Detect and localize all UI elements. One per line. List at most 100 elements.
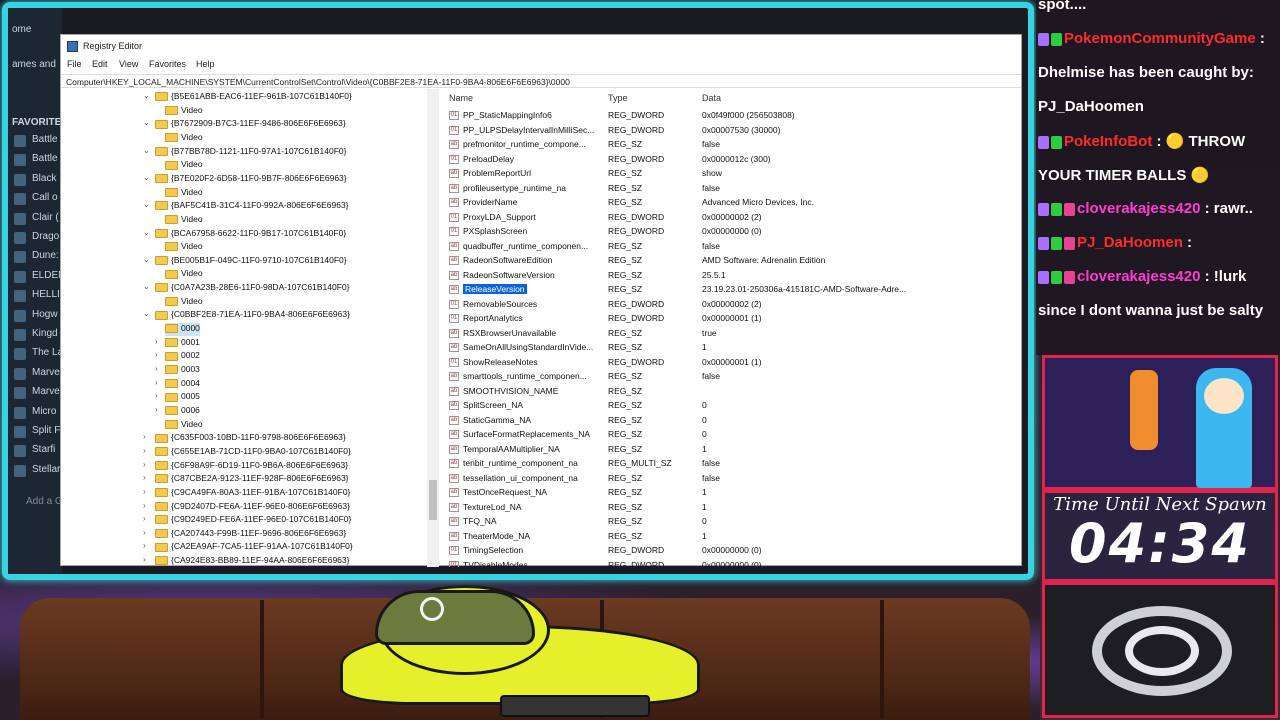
- tree-key-node[interactable]: Video: [165, 268, 203, 281]
- steam-game-item[interactable]: Split F: [32, 425, 60, 436]
- registry-value-row[interactable]: 01 TVDisableModes REG_DWORD 0x00000000 (0): [443, 559, 1023, 567]
- registry-value-row[interactable]: ab tenbit_runtime_component_na REG_MULTI_S…: [443, 457, 1023, 471]
- steam-game-item[interactable]: HELLI: [32, 289, 60, 300]
- menu-edit[interactable]: Edit: [92, 59, 108, 69]
- registry-value-row[interactable]: ab ProblemReportUrl REG_SZ show: [443, 167, 1023, 181]
- tree-key-node[interactable]: {CA924E83-BB89-11EF-94AA-806E6F6E6963}: [155, 555, 349, 567]
- collapse-chevron-icon[interactable]: ⌄: [143, 146, 150, 155]
- registry-value-row[interactable]: ab TFQ_NA REG_SZ 0: [443, 515, 1023, 529]
- collapse-chevron-icon[interactable]: ⌄: [143, 228, 150, 237]
- tree-key-node[interactable]: Video: [165, 419, 203, 432]
- expand-chevron-icon[interactable]: ›: [143, 487, 146, 496]
- tree-key-node[interactable]: {C0A7A23B-28E6-11F0-98DA-107C61B140F0}: [155, 282, 349, 295]
- tree-key-node[interactable]: {C6F98A9F-6D19-11F0-9B6A-806E6F6E6963}: [155, 460, 348, 473]
- steam-game-item[interactable]: Stellar: [32, 464, 60, 475]
- steam-game-item[interactable]: Marve: [32, 386, 60, 397]
- steam-game-item[interactable]: The La: [32, 347, 63, 358]
- tree-key-node[interactable]: 0000: [165, 323, 200, 337]
- column-header-type[interactable]: Type: [608, 93, 628, 103]
- registry-value-row[interactable]: ab smarttools_runtime_componen... REG_SZ fa…: [443, 370, 1023, 384]
- steam-game-item[interactable]: Call o: [32, 192, 58, 203]
- registry-value-row[interactable]: ab TextureLod_NA REG_SZ 1: [443, 501, 1023, 515]
- chat-username[interactable]: PokeInfoBot: [1064, 133, 1152, 150]
- tree-key-node[interactable]: {B77BB78D-1121-11F0-97A1-107C61B140F0}: [155, 146, 346, 159]
- chat-username[interactable]: cloverakajess420: [1077, 200, 1200, 217]
- tree-scrollbar-thumb[interactable]: [429, 480, 437, 520]
- registry-value-row[interactable]: 01 ReportAnalytics REG_DWORD 0x00000001 (1): [443, 312, 1023, 326]
- registry-value-row[interactable]: 01 PXSplashScreen REG_DWORD 0x00000000 (0): [443, 225, 1023, 239]
- registry-value-row[interactable]: ab SurfaceFormatReplacements_NA REG_SZ 0: [443, 428, 1023, 442]
- tree-key-node[interactable]: {C655E1AB-71CD-11F0-9BA0-107C61B140F0}: [155, 446, 351, 459]
- collapse-chevron-icon[interactable]: ⌄: [143, 91, 150, 100]
- tree-key-node[interactable]: {CA2EA9AF-7CA5-11EF-91AA-107C61B140F0}: [155, 541, 353, 554]
- menu-view[interactable]: View: [119, 59, 138, 69]
- tree-key-node[interactable]: {BCA67958-6622-11F0-9B17-107C61B140F0}: [155, 228, 346, 241]
- tree-key-node[interactable]: {C9D249ED-FE6A-11EF-96E0-107C61B140F0}: [155, 514, 351, 527]
- steam-add-game[interactable]: Add a G: [26, 496, 63, 507]
- registry-value-row[interactable]: ab tessellation_ui_component_na REG_SZ fals…: [443, 472, 1023, 486]
- tree-key-node[interactable]: Video: [165, 214, 203, 227]
- steam-game-item[interactable]: Kingd: [32, 328, 58, 339]
- registry-value-row[interactable]: 01 PP_ULPSDelayIntervalInMilliSec... REG_D…: [443, 124, 1023, 138]
- registry-value-row[interactable]: ab RadeonSoftwareEdition REG_SZ AMD Softwar…: [443, 254, 1023, 268]
- tree-key-node[interactable]: {BE005B1F-049C-11F0-9710-107C61B140F0}: [155, 255, 347, 268]
- tree-key-node[interactable]: {B7E020F2-6D58-11F0-9B7F-806E6F6E6963}: [155, 173, 347, 186]
- chat-username[interactable]: PJ_DaHoomen: [1077, 234, 1183, 251]
- tree-key-node[interactable]: Video: [165, 187, 203, 200]
- menu-favorites[interactable]: Favorites: [149, 59, 186, 69]
- expand-chevron-icon[interactable]: ›: [143, 473, 146, 482]
- registry-value-row[interactable]: 01 ProxyLDA_Support REG_DWORD 0x00000002 (2…: [443, 211, 1023, 225]
- registry-value-row[interactable]: ab TestOnceRequest_NA REG_SZ 1: [443, 486, 1023, 500]
- registry-value-row[interactable]: ab ReleaseVersion REG_SZ 23.19.23.01-250306…: [443, 283, 1023, 297]
- expand-chevron-icon[interactable]: ›: [155, 378, 158, 387]
- registry-value-row[interactable]: ab StaticGamma_NA REG_SZ 0: [443, 414, 1023, 428]
- menu-help[interactable]: Help: [196, 59, 215, 69]
- tree-key-node[interactable]: {C9CA49FA-80A3-11EF-91BA-107C61B140F0}: [155, 487, 350, 500]
- tree-key-node[interactable]: Video: [165, 132, 203, 145]
- registry-value-row[interactable]: 01 PreloadDelay REG_DWORD 0x0000012c (300): [443, 153, 1023, 167]
- collapse-chevron-icon[interactable]: ⌄: [143, 200, 150, 209]
- registry-value-row[interactable]: ab RSXBrowserUnavailable REG_SZ true: [443, 327, 1023, 341]
- collapse-chevron-icon[interactable]: ⌄: [143, 309, 150, 318]
- menu-file[interactable]: File: [67, 59, 82, 69]
- expand-chevron-icon[interactable]: ›: [143, 541, 146, 550]
- tree-key-node[interactable]: {CA207443-F99B-11EF-9696-806E6F6E6963}: [155, 528, 346, 541]
- expand-chevron-icon[interactable]: ›: [143, 514, 146, 523]
- expand-chevron-icon[interactable]: ›: [143, 555, 146, 564]
- tree-key-node[interactable]: {C635F003-10BD-11F0-9798-806E6F6E6963}: [155, 432, 346, 445]
- tree-key-node[interactable]: Video: [165, 296, 203, 309]
- steam-game-item[interactable]: Black: [32, 173, 56, 184]
- tree-key-node[interactable]: {BAF5C41B-31C4-11F0-992A-806E6F6E6963}: [155, 200, 349, 213]
- steam-game-item[interactable]: Battle: [32, 153, 58, 164]
- registry-value-row[interactable]: ab SMOOTHVISION_NAME REG_SZ: [443, 385, 1023, 399]
- expand-chevron-icon[interactable]: ›: [155, 337, 158, 346]
- expand-chevron-icon[interactable]: ›: [143, 460, 146, 469]
- registry-value-row[interactable]: ab TheaterMode_NA REG_SZ 1: [443, 530, 1023, 544]
- tree-key-node[interactable]: {C9D2407D-FE6A-11EF-96E0-806E6F6E6963}: [155, 501, 350, 514]
- tree-key-node[interactable]: Video: [165, 241, 203, 254]
- chat-username[interactable]: PokemonCommunityGame: [1064, 30, 1256, 47]
- tree-key-node[interactable]: 0002: [165, 350, 200, 363]
- registry-value-row[interactable]: 01 RemovableSources REG_DWORD 0x00000002 (2…: [443, 298, 1023, 312]
- expand-chevron-icon[interactable]: ›: [143, 528, 146, 537]
- registry-value-row[interactable]: 01 ShowReleaseNotes REG_DWORD 0x00000001 (1…: [443, 356, 1023, 370]
- registry-value-row[interactable]: ab quadbuffer_runtime_componen... REG_SZ fa…: [443, 240, 1023, 254]
- registry-value-row[interactable]: 01 PP_StaticMappingInfo6 REG_DWORD 0x0f49f0…: [443, 109, 1023, 123]
- steam-game-item[interactable]: Drago: [32, 231, 59, 242]
- tree-key-node[interactable]: {C0BBF2E8-71EA-11F0-9BA4-806E6F6E6963}: [155, 309, 350, 322]
- address-bar[interactable]: Computer\HKEY_LOCAL_MACHINE\SYSTEM\Curre…: [61, 74, 1021, 88]
- column-header-name[interactable]: Name: [449, 93, 473, 103]
- steam-game-item[interactable]: Clair (: [32, 212, 59, 223]
- tree-key-node[interactable]: 0003: [165, 364, 200, 377]
- steam-game-item[interactable]: Starfi: [32, 444, 55, 455]
- expand-chevron-icon[interactable]: ›: [155, 364, 158, 373]
- expand-chevron-icon[interactable]: ›: [143, 446, 146, 455]
- steam-game-item[interactable]: Battle: [32, 134, 58, 145]
- registry-value-row[interactable]: ab RadeonSoftwareVersion REG_SZ 25.5.1: [443, 269, 1023, 283]
- collapse-chevron-icon[interactable]: ⌄: [143, 255, 150, 264]
- steam-game-item[interactable]: Micro: [32, 406, 56, 417]
- tree-key-node[interactable]: {B5E61ABB-EAC6-11EF-961B-107C61B140F0}: [155, 91, 352, 104]
- registry-value-row[interactable]: ab prefmonitor_runtime_compone... REG_SZ fa…: [443, 138, 1023, 152]
- expand-chevron-icon[interactable]: ›: [155, 391, 158, 400]
- registry-value-row[interactable]: ab profileusertype_runtime_na REG_SZ false: [443, 182, 1023, 196]
